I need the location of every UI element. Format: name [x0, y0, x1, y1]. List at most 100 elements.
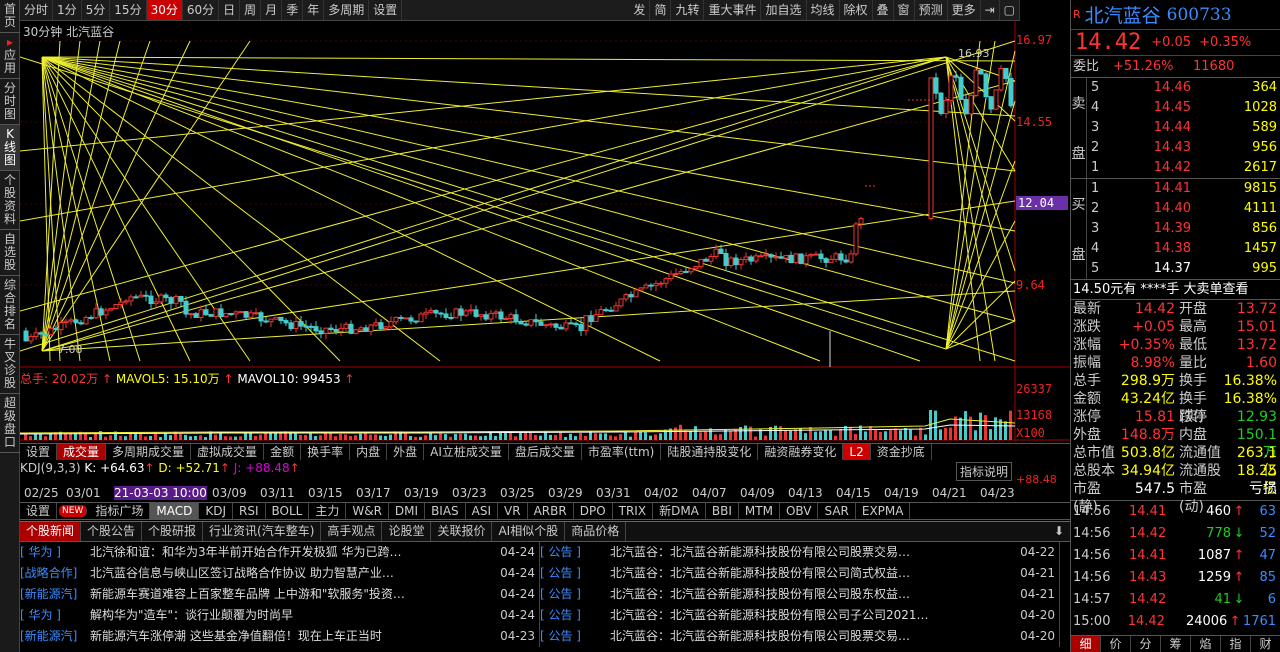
- indicator-tab[interactable]: SAR: [818, 503, 856, 519]
- news-item[interactable]: [新能源汽] 新能源汽车涨停潮 这些基金净值翻倍！现在上车正当时 04-23: [20, 626, 539, 647]
- toolbar-button[interactable]: 发: [629, 0, 651, 20]
- indicator-tab[interactable]: DPO: [574, 503, 613, 519]
- period-tab-active[interactable]: 30分: [146, 0, 183, 20]
- quote-tab[interactable]: 筹: [1161, 636, 1191, 652]
- period-tab[interactable]: 5分: [82, 0, 111, 20]
- toolbar-button[interactable]: 预测: [915, 0, 948, 20]
- news-item[interactable]: [ 公告 ] 北汽蓝谷：北汽蓝谷新能源科技股份有限公司简式权益… 04-21: [540, 563, 1059, 584]
- expand-icon[interactable]: ▢: [1000, 0, 1020, 20]
- indicator-tab[interactable]: 换手率: [301, 444, 351, 460]
- indicator-tab[interactable]: 融资融券变化: [758, 444, 844, 460]
- period-tab[interactable]: 季: [282, 0, 304, 20]
- news-item[interactable]: [新能源汽] 新能源车赛道难容上百家整车品牌 上中游和"软服务"投资… 04-24: [20, 584, 539, 605]
- order-level[interactable]: 1 14.42 2617: [1087, 158, 1280, 178]
- period-tab[interactable]: 15分: [110, 0, 147, 20]
- indicator-tab[interactable]: NEW: [59, 505, 88, 517]
- indicator-tab[interactable]: BOLL: [266, 503, 310, 519]
- indicator-tab[interactable]: 虚拟成交量: [191, 444, 265, 460]
- nav-profile[interactable]: 个股资料: [0, 171, 20, 230]
- period-tab[interactable]: 60分: [183, 0, 220, 20]
- quote-tab[interactable]: 指: [1221, 636, 1251, 652]
- nav-watchlist[interactable]: 自选股: [0, 230, 20, 276]
- toolbar-button[interactable]: 叠: [873, 0, 894, 20]
- news-item[interactable]: [ 公告 ] 北汽蓝谷：北汽蓝谷新能源科技股份有限公司股东权益… 04-21: [540, 584, 1059, 605]
- news-tab[interactable]: 个股新闻: [20, 522, 82, 541]
- indicator-tab[interactable]: TRIX: [613, 503, 654, 519]
- quote-tab[interactable]: 财: [1251, 636, 1280, 652]
- download-icon[interactable]: ⬇: [1048, 522, 1070, 541]
- indicator-tab[interactable]: 外盘: [387, 444, 425, 460]
- nav-diagnosis[interactable]: 牛叉诊股: [0, 335, 20, 394]
- indicator-tab[interactable]: RSI: [233, 503, 266, 519]
- order-level[interactable]: 2 14.40 4111: [1087, 199, 1280, 219]
- period-tab[interactable]: 1分: [53, 0, 82, 20]
- indicator-tab[interactable]: MACD: [150, 503, 200, 519]
- toolbar-button[interactable]: 简: [650, 0, 672, 20]
- settings-button[interactable]: 设置: [369, 0, 403, 20]
- collapse-icon[interactable]: ⇥: [981, 0, 1000, 20]
- indicator-tab[interactable]: KDJ: [199, 503, 233, 519]
- indicator-tab[interactable]: 成交量: [57, 444, 107, 460]
- nav-superorder[interactable]: 超级盘口: [0, 394, 20, 453]
- order-level[interactable]: 2 14.43 956: [1087, 138, 1280, 158]
- period-tab[interactable]: 周: [240, 0, 262, 20]
- news-tab[interactable]: 商品价格: [565, 522, 627, 541]
- toolbar-button[interactable]: 窗: [894, 0, 915, 20]
- period-tab[interactable]: 分时: [20, 0, 54, 20]
- add-watchlist-button[interactable]: 加自选: [761, 0, 807, 20]
- quote-tab[interactable]: 细: [1071, 636, 1101, 652]
- period-tab[interactable]: 日: [219, 0, 241, 20]
- indicator-tab[interactable]: OBV: [780, 503, 819, 519]
- indicator-tab[interactable]: 主力: [309, 503, 347, 519]
- news-item[interactable]: [战略合作] 北汽蓝谷信息与峡山区签订战略合作协议 助力智慧产业… 04-24: [20, 563, 539, 584]
- news-tab[interactable]: AI相似个股: [492, 522, 566, 541]
- toolbar-button[interactable]: 九转: [671, 0, 705, 20]
- news-tab[interactable]: 高手观点: [321, 522, 383, 541]
- quote-tab[interactable]: 焰: [1191, 636, 1221, 652]
- indicator-tab[interactable]: 指标广场: [89, 503, 151, 519]
- quote-tab[interactable]: 分: [1131, 636, 1161, 652]
- indicator-tab[interactable]: 多周期成交量: [106, 444, 192, 460]
- quote-tab[interactable]: 价: [1101, 636, 1131, 652]
- toolbar-button[interactable]: 均线: [807, 0, 840, 20]
- order-level[interactable]: 3 14.44 589: [1087, 118, 1280, 138]
- order-level[interactable]: 4 14.38 1457: [1087, 239, 1280, 259]
- toolbar-button[interactable]: 除权: [840, 0, 873, 20]
- indicator-tab[interactable]: 新DMA: [653, 503, 706, 519]
- nav-timeshare[interactable]: 分时图: [0, 79, 20, 125]
- news-item[interactable]: [ 公告 ] 北汽蓝谷：北汽蓝谷新能源科技股份有限公司股票交易… 04-22: [540, 542, 1059, 563]
- indicator-tab[interactable]: EXPMA: [856, 503, 911, 519]
- news-item[interactable]: [ 公告 ] 北汽蓝谷：北汽蓝谷新能源科技股份有限公司子公司2021… 04-20: [540, 605, 1059, 626]
- news-tab[interactable]: 个股研报: [142, 522, 204, 541]
- indicator-tab[interactable]: 陆股通持股变化: [661, 444, 759, 460]
- nav-ranking[interactable]: 综合排名: [0, 276, 20, 335]
- news-tab[interactable]: 个股公告: [81, 522, 143, 541]
- indicator-tab[interactable]: DMI: [389, 503, 426, 519]
- big-order-row[interactable]: 14.50元有 ****手 大卖单查看: [1071, 280, 1280, 300]
- indicator-help-button[interactable]: 指标说明: [956, 462, 1013, 481]
- indicator-tab[interactable]: VR: [498, 503, 528, 519]
- toolbar-button[interactable]: 重大事件: [704, 0, 762, 20]
- order-level[interactable]: 1 14.41 9815: [1087, 179, 1280, 199]
- order-level[interactable]: 5 14.46 364: [1087, 78, 1280, 98]
- indicator-tab[interactable]: 资金抄底: [871, 444, 932, 460]
- period-tab[interactable]: 多周期: [324, 0, 370, 20]
- nav-apps[interactable]: ▸应用: [0, 33, 20, 79]
- kline-chart[interactable]: 30分钟 北汽蓝谷 16.97 14.55 12.04 9.64 7.08 16…: [20, 21, 1070, 441]
- order-level[interactable]: 3 14.39 856: [1087, 219, 1280, 239]
- more-button[interactable]: 更多: [948, 0, 981, 20]
- news-tab[interactable]: 关联报价: [431, 522, 493, 541]
- indicator-tab[interactable]: ASI: [466, 503, 499, 519]
- news-item[interactable]: [ 华为 ] 解构华为"造车"：谈行业颠覆为时尚早 04-24: [20, 605, 539, 626]
- order-level[interactable]: 5 14.37 995: [1087, 259, 1280, 279]
- indicator-tab[interactable]: BIAS: [425, 503, 466, 519]
- nav-kline[interactable]: K线图: [0, 125, 20, 171]
- indicator-tab[interactable]: AI立桩成交量: [424, 444, 509, 460]
- indicator-tab[interactable]: 市盈率(ttm): [582, 444, 662, 460]
- news-item[interactable]: [ 华为 ] 北汽徐和谊：和华为3年半前开始合作开发极狐 华为已跨… 04-24: [20, 542, 539, 563]
- indicator-tab[interactable]: W&R: [346, 503, 389, 519]
- indicator-tab[interactable]: L2: [843, 444, 871, 460]
- nav-home[interactable]: 首页: [0, 0, 20, 33]
- indicator-tab[interactable]: BBI: [706, 503, 739, 519]
- news-tab[interactable]: 行业资讯(汽车整车): [203, 522, 322, 541]
